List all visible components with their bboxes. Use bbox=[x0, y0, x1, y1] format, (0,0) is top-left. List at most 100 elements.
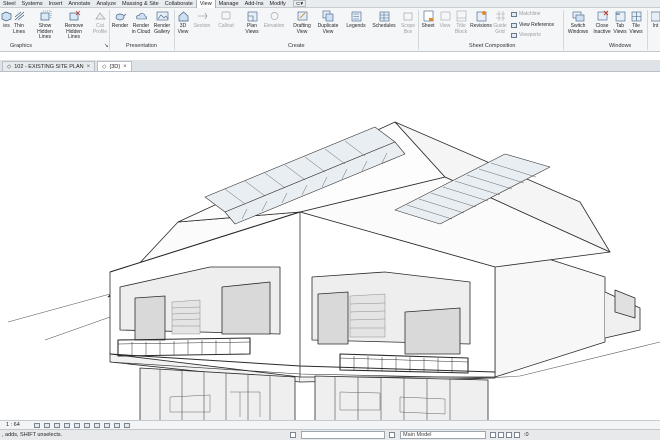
panel-divider bbox=[174, 10, 175, 50]
underlay-icon[interactable] bbox=[498, 432, 504, 438]
cut-profile-button[interactable]: Cut Profile bbox=[91, 10, 109, 35]
button-label: Sheet bbox=[421, 23, 435, 29]
cut-profile-icon bbox=[94, 12, 106, 20]
panel-divider bbox=[647, 10, 648, 50]
revisions-button[interactable]: Revisions bbox=[469, 10, 493, 30]
cut-off-button[interactable]: Int bbox=[651, 10, 660, 30]
ribbon-tab-view[interactable]: View bbox=[195, 0, 216, 8]
remove-hidden-lines-button[interactable]: Remove Hidden Lines bbox=[60, 10, 88, 41]
button-label: Legends bbox=[346, 23, 366, 29]
button-label: Callout bbox=[218, 23, 234, 29]
remove-hidden-lines-icon bbox=[69, 10, 80, 21]
schedules-button[interactable]: Schedules bbox=[372, 10, 396, 30]
close-icon[interactable]: × bbox=[123, 62, 127, 72]
shadows-icon[interactable] bbox=[63, 422, 70, 428]
drag-icon[interactable] bbox=[514, 432, 520, 438]
design-options-icon[interactable] bbox=[389, 432, 395, 438]
link-icon[interactable] bbox=[490, 432, 496, 438]
ribbon-tab-manage[interactable]: Manage bbox=[216, 0, 242, 8]
temporary-hide-icon[interactable] bbox=[113, 422, 120, 428]
ribbon-tab-systems[interactable]: Systems bbox=[19, 0, 46, 8]
callout-button[interactable]: Callout bbox=[217, 10, 235, 30]
crop-view-icon[interactable] bbox=[83, 422, 90, 428]
thin-lines-button[interactable]: Thin Lines bbox=[10, 10, 28, 35]
filter-count[interactable]: :0 bbox=[524, 432, 529, 438]
button-label: Switch Windows bbox=[567, 23, 589, 35]
render-gallery-button[interactable]: Render Gallery bbox=[152, 10, 172, 35]
graphics-dialog-launcher[interactable]: ↘ bbox=[104, 43, 109, 49]
house-3d-icon bbox=[178, 11, 188, 22]
close-inactive-button[interactable]: Close Inactive bbox=[591, 10, 613, 35]
button-label: Title Block bbox=[454, 23, 468, 35]
document-tab-label: 102 - EXISTING SITE PLAN bbox=[14, 63, 84, 70]
ribbon-tab-add-ins[interactable]: Add-Ins bbox=[242, 0, 267, 8]
render-in-cloud-button[interactable]: Render in Cloud bbox=[131, 10, 151, 35]
button-label: Render in Cloud bbox=[131, 23, 151, 35]
switch-windows-icon bbox=[572, 11, 584, 22]
section-icon bbox=[197, 12, 207, 20]
view-scale[interactable]: 1 : 64 bbox=[6, 422, 20, 428]
render-button[interactable]: Render bbox=[111, 10, 129, 30]
viewports-button[interactable]: Viewports bbox=[511, 32, 541, 38]
document-tab[interactable]: ◇ 102 - EXISTING SITE PLAN × bbox=[2, 61, 96, 72]
button-label: Int bbox=[652, 23, 659, 29]
pinned-icon[interactable] bbox=[506, 432, 512, 438]
ribbon-tab-massing-site[interactable]: Massing & Site bbox=[119, 0, 162, 8]
drafting-icon bbox=[297, 11, 307, 21]
teapot-icon bbox=[115, 13, 126, 21]
ribbon-tab-insert[interactable]: Insert bbox=[46, 0, 66, 8]
section-button[interactable]: Section bbox=[193, 10, 211, 30]
view-reference-button[interactable]: View Reference bbox=[511, 22, 554, 28]
document-tab-bar: ◇ 102 - EXISTING SITE PLAN × ◇ {3D} × bbox=[0, 60, 660, 72]
ribbon-tab-annotate[interactable]: Annotate bbox=[65, 0, 93, 8]
sheet-icon: ◇ bbox=[7, 63, 12, 70]
button-label: 3D View bbox=[177, 23, 189, 35]
show-crop-icon[interactable] bbox=[93, 422, 100, 428]
sun-path-icon[interactable] bbox=[53, 422, 60, 428]
view-button[interactable]: View bbox=[438, 10, 452, 30]
reveal-hidden-icon[interactable] bbox=[123, 422, 130, 428]
button-label: View Reference bbox=[519, 22, 555, 28]
3d-view-button[interactable]: 3D View bbox=[176, 10, 190, 35]
title-block-icon bbox=[456, 10, 466, 22]
ribbon-tab-analyze[interactable]: Analyze bbox=[93, 0, 119, 8]
render-dialog-icon[interactable] bbox=[73, 422, 80, 428]
ribbon-tab-collaborate[interactable]: Collaborate bbox=[162, 0, 196, 8]
button-label: Viewports bbox=[519, 32, 541, 38]
legends-button[interactable]: Legends bbox=[346, 10, 366, 30]
matchline-button[interactable]: Matchline bbox=[511, 11, 540, 17]
panel-divider bbox=[563, 10, 564, 50]
close-icon[interactable]: × bbox=[87, 62, 91, 72]
button-label: Drafting View bbox=[293, 23, 311, 35]
visual-style-icon[interactable] bbox=[43, 422, 50, 428]
elevation-button[interactable]: Elevation bbox=[264, 10, 284, 30]
presentation-panel-label: Presentation bbox=[126, 43, 157, 49]
matchline-icon bbox=[511, 11, 517, 17]
show-hidden-lines-button[interactable]: Show Hidden Lines bbox=[33, 10, 57, 41]
tile-views-button[interactable]: Tile Views bbox=[629, 10, 643, 35]
title-block-button[interactable]: Title Block bbox=[453, 10, 469, 35]
tab-views-button[interactable]: Tab Views bbox=[613, 10, 627, 35]
switch-windows-button[interactable]: Switch Windows bbox=[566, 10, 590, 35]
plan-views-button[interactable]: Plan Views bbox=[244, 10, 260, 35]
button-label: View bbox=[439, 23, 451, 29]
lock-view-icon[interactable] bbox=[103, 422, 110, 428]
sheet-button[interactable]: Sheet bbox=[420, 10, 436, 30]
detail-level-icon[interactable] bbox=[33, 422, 40, 428]
drafting-view-button[interactable]: Drafting View bbox=[291, 10, 313, 35]
help-icon[interactable] bbox=[290, 432, 296, 438]
document-tab[interactable]: ◇ {3D} × bbox=[97, 61, 132, 72]
guide-grid-icon bbox=[495, 11, 505, 21]
status-bar: , adds, SHIFT unselects. Main Model :0 bbox=[0, 429, 660, 440]
duplicate-view-button[interactable]: Duplicate View bbox=[316, 10, 340, 35]
workset-field[interactable] bbox=[301, 431, 385, 439]
revisions-icon bbox=[476, 11, 486, 22]
contextual-tab-menu[interactable]: ⊂▾ bbox=[292, 0, 307, 7]
scope-box-button[interactable]: Scope Box bbox=[400, 10, 416, 35]
ribbon-tab-steel[interactable]: Steel bbox=[0, 0, 19, 8]
graphics-panel-label: Graphics bbox=[10, 43, 33, 49]
guide-grid-button[interactable]: Guide Grid bbox=[493, 10, 507, 35]
3d-view-canvas[interactable] bbox=[0, 72, 660, 422]
ribbon-tab-modify[interactable]: Modify bbox=[267, 0, 289, 8]
main-model-field[interactable]: Main Model bbox=[400, 431, 486, 439]
